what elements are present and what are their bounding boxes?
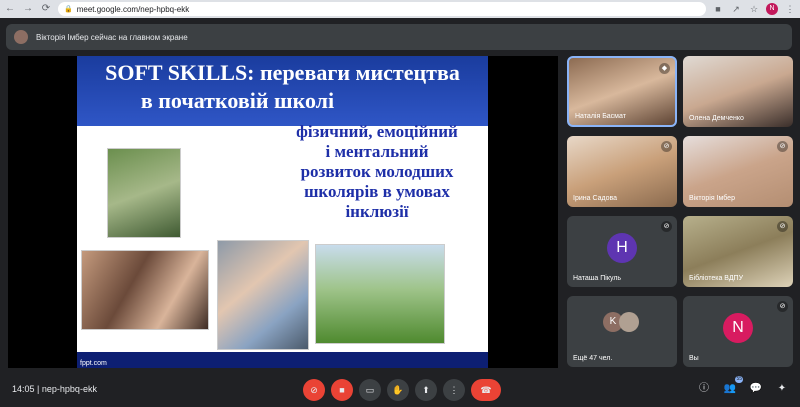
participant-tile[interactable]: Олена Демченко bbox=[683, 56, 793, 127]
self-initial-avatar: N bbox=[723, 312, 753, 343]
slide-photo-father-child bbox=[107, 148, 181, 238]
presenter-avatar bbox=[14, 30, 28, 44]
slide-footer-text: fppt.com bbox=[80, 360, 107, 367]
back-icon[interactable]: ← bbox=[4, 3, 16, 15]
url-text: meet.google.com/nep-hpbq-ekk bbox=[76, 4, 190, 14]
slide-footer: fppt.com bbox=[77, 352, 488, 368]
camera-toggle-button[interactable]: ■ bbox=[331, 379, 353, 401]
mic-toggle-button[interactable]: ⊘ bbox=[303, 379, 325, 401]
presentation-slide: SOFT SKILLS: переваги мистецтва в початк… bbox=[77, 56, 488, 368]
lock-icon: 🔒 bbox=[64, 6, 73, 13]
participant-name: Наталія Басмат bbox=[575, 113, 626, 120]
participant-tile[interactable]: ⊘ Ірина Садова bbox=[567, 136, 677, 207]
present-button[interactable]: ⬆ bbox=[415, 379, 437, 401]
activities-icon[interactable]: ✦ bbox=[774, 381, 790, 397]
mic-off-icon: ⊘ bbox=[777, 221, 788, 232]
slide-title-line1: SOFT SKILLS: переваги мистецтва bbox=[105, 60, 460, 85]
browser-toolbar: ← → ⟳ 🔒 meet.google.com/nep-hpbq-ekk ■ ↗… bbox=[0, 0, 800, 18]
forward-icon[interactable]: → bbox=[22, 3, 34, 15]
presenting-text: Вікторія Імбер сейчас на главном экране bbox=[36, 32, 188, 42]
subtitle-line: школярів в умовах bbox=[304, 182, 450, 201]
mic-off-icon: ⊘ bbox=[661, 141, 672, 152]
people-count-badge: 55 bbox=[735, 376, 743, 383]
subtitle-line: інклюзії bbox=[345, 202, 409, 221]
star-icon[interactable]: ☆ bbox=[748, 3, 760, 15]
people-icon[interactable]: 👥 55 bbox=[722, 376, 743, 397]
side-panel-controls: ⓘ 👥 55 💬 ✦ bbox=[696, 376, 790, 397]
more-participants-avatars: K bbox=[603, 312, 639, 332]
camera-icon[interactable]: ■ bbox=[712, 3, 724, 15]
mic-on-icon: ◆ bbox=[659, 63, 670, 74]
slide-subtitle: фізичний, емоційний і ментальний розвито… bbox=[262, 122, 488, 222]
self-tile[interactable]: ⊘ N Вы bbox=[683, 296, 793, 367]
profile-avatar[interactable]: N bbox=[766, 3, 778, 15]
address-bar[interactable]: 🔒 meet.google.com/nep-hpbq-ekk bbox=[58, 2, 706, 16]
subtitle-line: розвиток молодших bbox=[300, 162, 454, 181]
more-participants-label: Ещё 47 чел. bbox=[573, 355, 613, 362]
participant-photo-avatar bbox=[619, 312, 639, 332]
participant-name: Вікторія Імбер bbox=[689, 195, 735, 202]
participant-name: Наташа Пікуль bbox=[573, 275, 622, 282]
separator: | bbox=[37, 384, 40, 394]
info-icon[interactable]: ⓘ bbox=[696, 381, 712, 397]
meeting-info: 14:05 | nep-hpbq-ekk bbox=[12, 384, 97, 394]
mic-off-icon: ⊘ bbox=[777, 301, 788, 312]
participant-tile[interactable]: ⊘ Вікторія Імбер bbox=[683, 136, 793, 207]
more-options-button[interactable]: ⋮ bbox=[443, 379, 465, 401]
reload-icon[interactable]: ⟳ bbox=[40, 3, 52, 15]
slide-photo-children-group bbox=[81, 250, 209, 330]
more-participants-tile[interactable]: K Ещё 47 чел. bbox=[567, 296, 677, 367]
end-call-button[interactable]: ☎ bbox=[471, 379, 501, 401]
menu-icon[interactable]: ⋮ bbox=[784, 3, 796, 15]
participant-tile[interactable]: ⊘ Н Наташа Пікуль bbox=[567, 216, 677, 287]
participant-initial-avatar: Н bbox=[607, 232, 637, 263]
meeting-controls-bar: 14:05 | nep-hpbq-ekk ⊘ ■ ▭ ✋ ⬆ ⋮ ☎ ⓘ 👥 55… bbox=[0, 374, 800, 407]
chat-icon[interactable]: 💬 bbox=[748, 381, 764, 397]
main-stage: SOFT SKILLS: переваги мистецтва в початк… bbox=[8, 56, 558, 368]
call-controls: ⊘ ■ ▭ ✋ ⬆ ⋮ ☎ bbox=[303, 379, 501, 401]
slide-title-line2: в початковій школі bbox=[140, 88, 335, 113]
share-icon[interactable]: ↗ bbox=[730, 3, 742, 15]
raise-hand-button[interactable]: ✋ bbox=[387, 379, 409, 401]
mic-off-icon: ⊘ bbox=[777, 141, 788, 152]
participant-name: Олена Демченко bbox=[689, 115, 744, 122]
meeting-code: nep-hpbq-ekk bbox=[41, 384, 97, 394]
participant-name: Бібліотека ВДПУ bbox=[689, 275, 744, 282]
participant-tile[interactable]: ⊘ Бібліотека ВДПУ bbox=[683, 216, 793, 287]
participant-tile[interactable]: ◆ Наталія Басмат bbox=[567, 56, 677, 127]
captions-button[interactable]: ▭ bbox=[359, 379, 381, 401]
subtitle-line: і ментальний bbox=[325, 142, 429, 161]
clock: 14:05 bbox=[12, 384, 35, 394]
presenting-banner: Вікторія Імбер сейчас на главном экране bbox=[6, 24, 792, 50]
participant-name: Ірина Садова bbox=[573, 195, 617, 202]
slide-photo-classroom bbox=[217, 240, 309, 350]
mic-off-icon: ⊘ bbox=[661, 221, 672, 232]
self-name: Вы bbox=[689, 355, 699, 362]
slide-photo-kids-running bbox=[315, 244, 445, 344]
subtitle-line: фізичний, емоційний bbox=[296, 122, 458, 141]
